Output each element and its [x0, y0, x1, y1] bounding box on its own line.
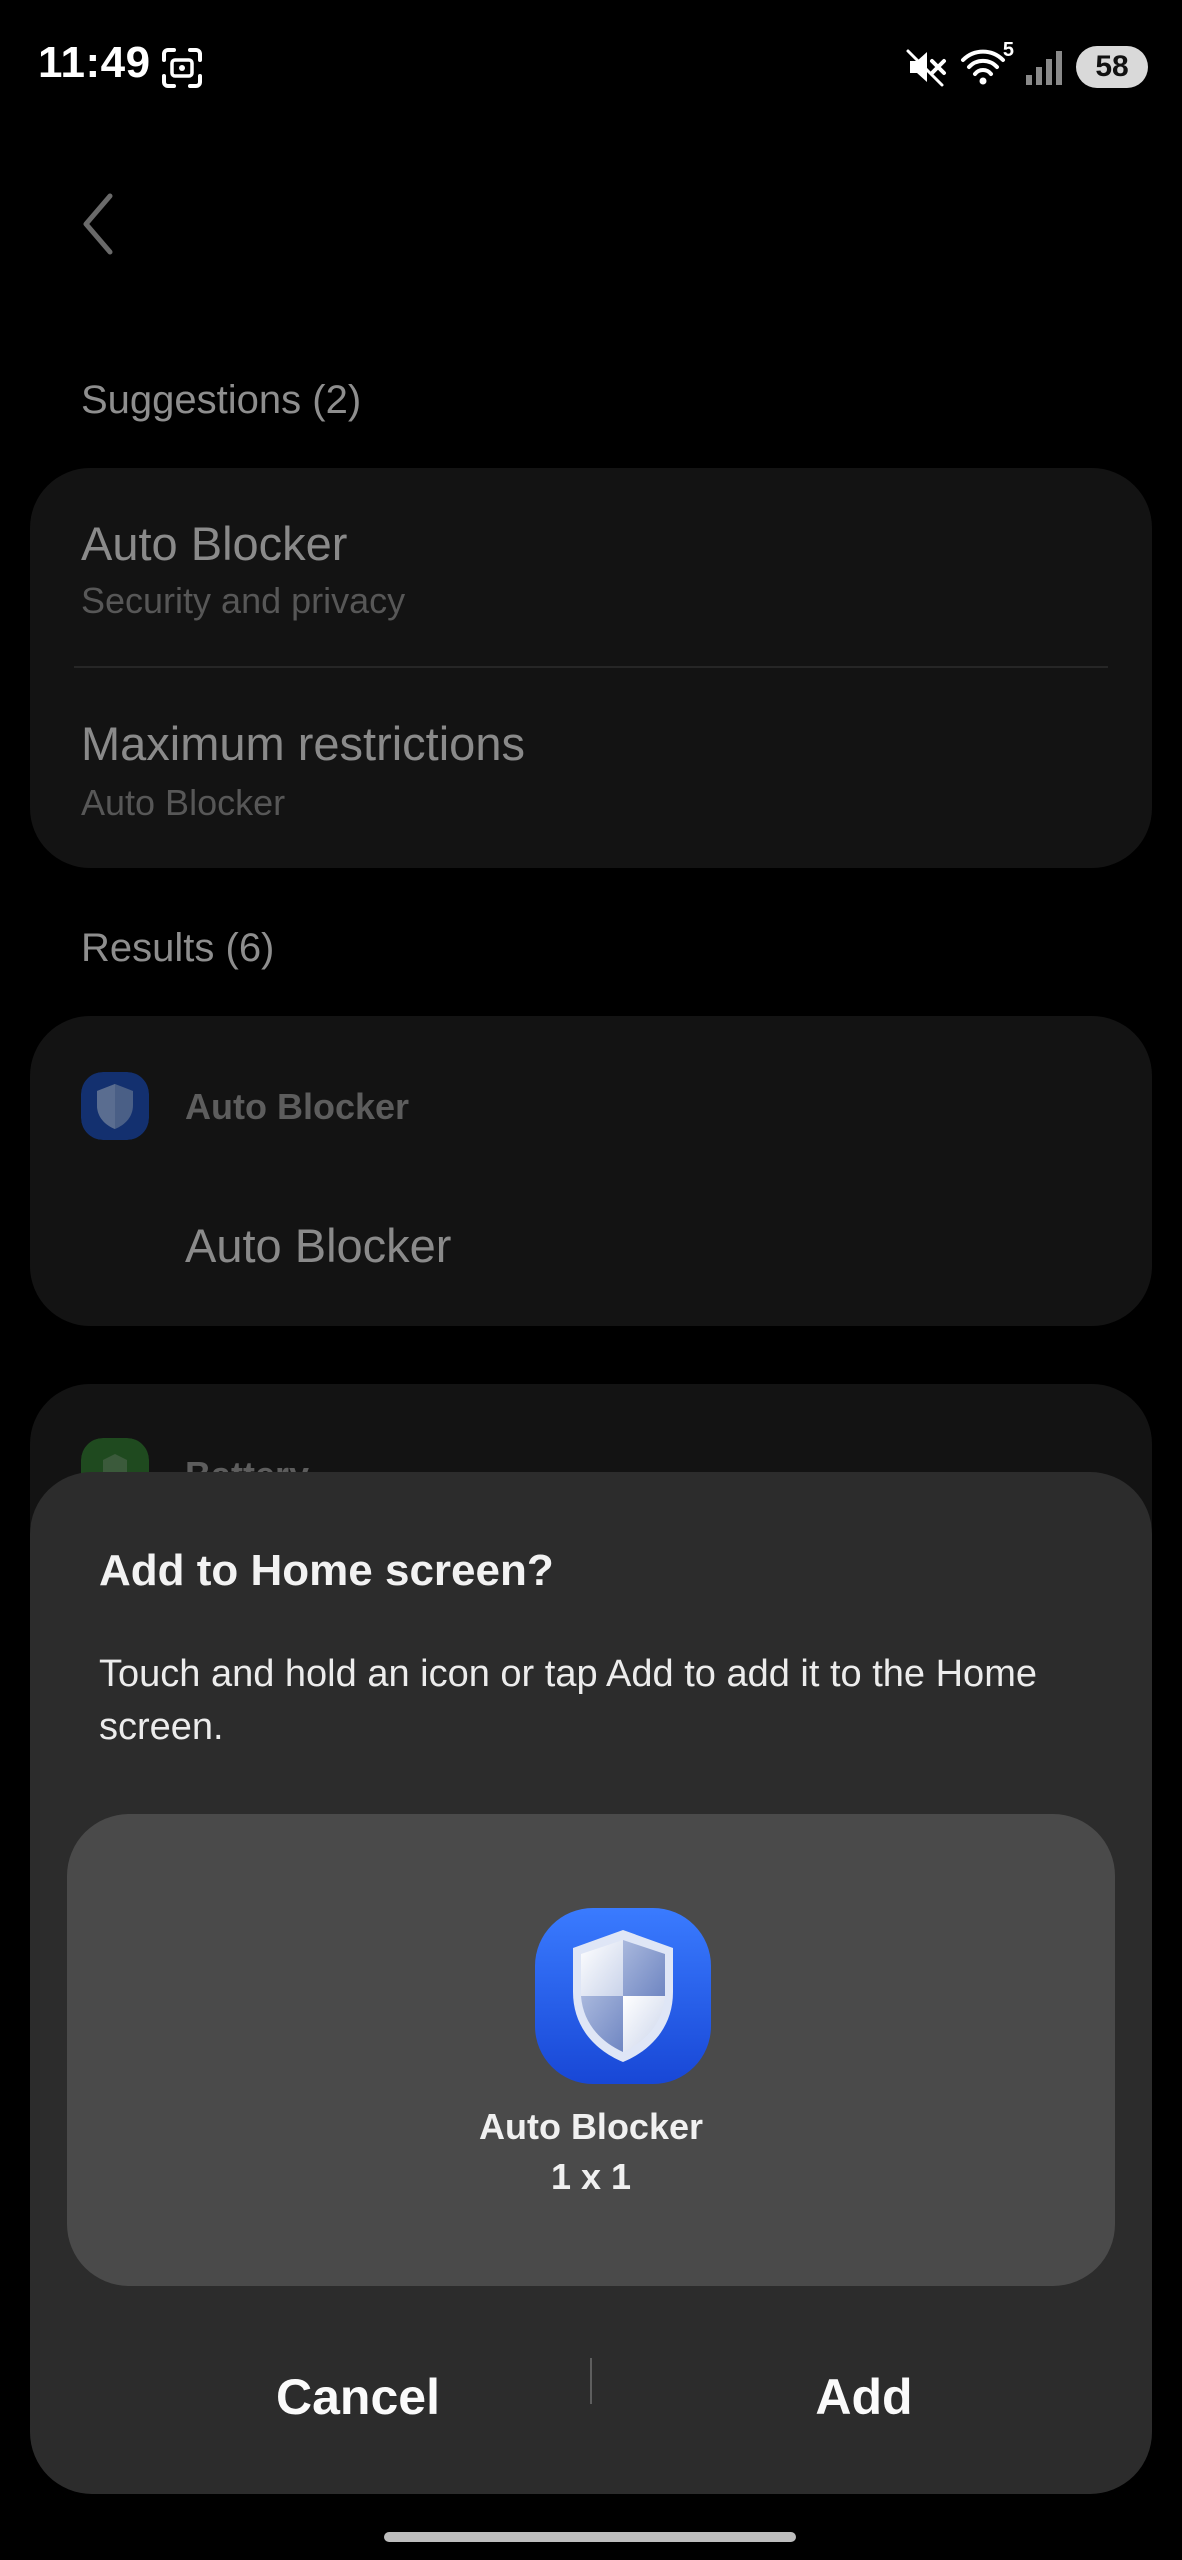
wifi-badge: 5 [1002, 39, 1014, 61]
widget-size: 1 x 1 [550, 2156, 632, 2197]
battery-icon: 58 [1076, 46, 1148, 88]
shield-icon[interactable] [533, 1906, 713, 2086]
dialog-message: Touch and hold an icon or tap Add to add… [99, 1653, 1037, 1748]
wifi-icon [961, 49, 1005, 85]
result-app-name: Auto Blocker [185, 1086, 410, 1127]
suggestions-card: Auto Blocker Security and privacy Maximu… [30, 468, 1152, 868]
suggestions-header: Suggestions (2) [81, 378, 362, 422]
cancel-button[interactable]: Cancel [148, 2352, 568, 2442]
status-time: 11:49 [38, 38, 151, 87]
mute-icon [906, 49, 946, 87]
results-card: Auto Blocker Auto Blocker [30, 1016, 1152, 1326]
button-divider [590, 2358, 592, 2404]
dialog-title: Add to Home screen? [99, 1546, 554, 1595]
widget-name: Auto Blocker [478, 2106, 704, 2147]
suggestion-item[interactable]: Maximum restrictions Auto Blocker [30, 668, 1152, 868]
suggestion-subtitle: Security and privacy [81, 580, 406, 621]
shield-icon [81, 1072, 149, 1140]
back-button[interactable] [62, 186, 138, 262]
suggestion-item[interactable]: Auto Blocker Security and privacy [30, 468, 1152, 668]
status-icons: 5 58 [904, 39, 1148, 94]
widget-preview[interactable]: Auto Blocker 1 x 1 [67, 1814, 1115, 2286]
result-item[interactable]: Auto Blocker [185, 1218, 451, 1273]
suggestion-title: Auto Blocker [81, 517, 348, 570]
suggestion-title: Maximum restrictions [81, 717, 525, 770]
wifi-indicator: 5 [960, 39, 1014, 89]
signal-icon [1026, 51, 1062, 85]
add-button[interactable]: Add [654, 2352, 1074, 2442]
screenshot-icon [162, 48, 202, 88]
status-bar: 11:49 5 58 [0, 0, 1182, 130]
home-indicator[interactable] [384, 2532, 796, 2542]
chevron-left-icon [83, 193, 113, 255]
suggestion-subtitle: Auto Blocker [81, 782, 286, 823]
add-to-home-dialog: Add to Home screen? Touch and hold an ic… [30, 1472, 1152, 2494]
results-header: Results (6) [81, 926, 275, 970]
